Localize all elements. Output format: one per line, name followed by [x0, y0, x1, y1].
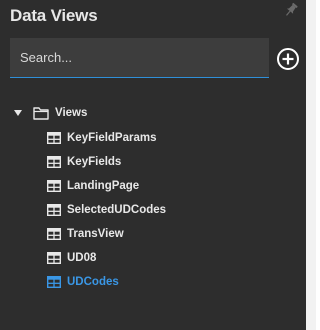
- table-icon: [47, 252, 61, 264]
- tree-node-label: Views: [55, 107, 88, 119]
- table-icon: [47, 204, 61, 216]
- tree-item-label: UD08: [67, 252, 97, 264]
- tree-node-views[interactable]: Views: [33, 103, 87, 123]
- tree-item-label: LandingPage: [67, 180, 140, 192]
- tree-item-label: KeyFields: [67, 156, 122, 168]
- data-views-panel: Data Views Views: [0, 0, 306, 330]
- tree-item-label: KeyFieldParams: [67, 132, 157, 144]
- table-icon: [47, 132, 61, 144]
- tree-item-transview[interactable]: TransView: [47, 224, 124, 244]
- add-circle-icon[interactable]: [276, 47, 300, 71]
- table-icon: [47, 276, 61, 288]
- tree-item-ud08[interactable]: UD08: [47, 248, 96, 268]
- search-input[interactable]: [10, 38, 269, 77]
- side-scroll-strip: [306, 0, 316, 330]
- search-box: [10, 38, 269, 78]
- tree-item-landingpage[interactable]: LandingPage: [47, 176, 139, 196]
- tree-item-keyfields[interactable]: KeyFields: [47, 152, 121, 172]
- tree-item-label: TransView: [67, 228, 124, 240]
- expand-caret-icon[interactable]: [13, 108, 23, 118]
- tree-item-udcodes[interactable]: UDCodes: [47, 272, 119, 292]
- panel-title: Data Views: [10, 6, 98, 25]
- tree-item-selectedudcodes[interactable]: SelectedUDCodes: [47, 200, 166, 220]
- table-icon: [47, 228, 61, 240]
- tree-item-label: UDCodes: [67, 276, 119, 288]
- pin-icon[interactable]: [283, 2, 299, 18]
- folder-icon: [33, 107, 49, 120]
- tree-item-keyfieldparams[interactable]: KeyFieldParams: [47, 128, 157, 148]
- table-icon: [47, 156, 61, 168]
- tree-item-label: SelectedUDCodes: [67, 204, 167, 216]
- table-icon: [47, 180, 61, 192]
